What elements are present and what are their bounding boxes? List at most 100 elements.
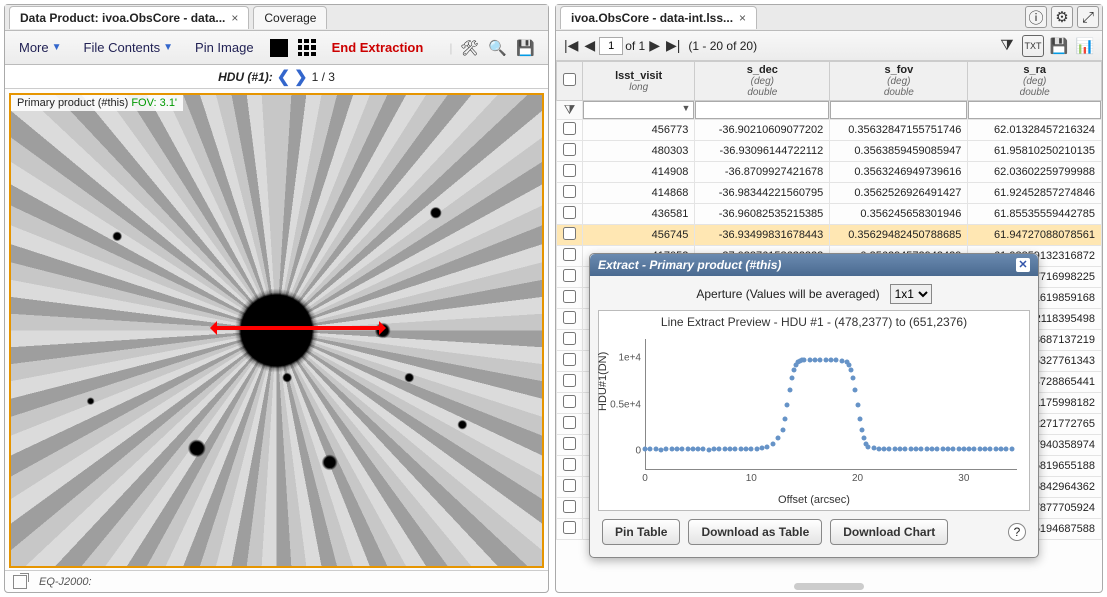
close-icon[interactable]: × xyxy=(231,11,238,25)
row-checkbox[interactable] xyxy=(563,353,576,366)
row-checkbox[interactable] xyxy=(563,500,576,513)
text-view-icon[interactable]: TXT xyxy=(1022,35,1044,57)
row-checkbox[interactable] xyxy=(563,122,576,135)
filter-s-fov[interactable] xyxy=(830,101,967,119)
cell-lsst-visit: 456745 xyxy=(583,225,695,246)
prev-page-icon[interactable]: ◀ xyxy=(582,37,597,54)
hdu-next-icon[interactable]: ❯ xyxy=(294,67,307,87)
popout-icon[interactable] xyxy=(13,575,27,589)
extraction-line-marker[interactable] xyxy=(213,326,383,330)
filter-s-ra[interactable] xyxy=(968,101,1101,119)
expand-icon[interactable]: ⤢ xyxy=(1077,6,1099,28)
filter-funnel-icon[interactable]: ⧩ xyxy=(996,35,1018,57)
row-checkbox[interactable] xyxy=(563,332,576,345)
cell-s-dec: -36.98344221560795 xyxy=(695,183,830,204)
row-checkbox[interactable] xyxy=(563,311,576,324)
more-button[interactable]: More▼ xyxy=(11,36,70,59)
download-table-button[interactable]: Download as Table xyxy=(688,519,822,545)
primary-product-label: Primary product (#this) xyxy=(17,97,128,109)
hdu-prev-icon[interactable]: ❮ xyxy=(277,67,290,87)
col-s-ra[interactable]: s_ra(deg)double xyxy=(968,62,1102,101)
row-checkbox[interactable] xyxy=(563,416,576,429)
row-checkbox[interactable] xyxy=(563,227,576,240)
aperture-label: Aperture (Values will be averaged) xyxy=(696,287,879,301)
table-row[interactable]: 414868 -36.98344221560795 0.356252692649… xyxy=(557,183,1102,204)
chart-point xyxy=(712,447,717,452)
info-icon[interactable]: ⓘ xyxy=(1025,6,1047,28)
tab-coverage[interactable]: Coverage xyxy=(253,6,327,29)
chart-point xyxy=(908,447,913,452)
filter-lsst-visit[interactable] xyxy=(583,101,694,119)
chart-point xyxy=(866,444,871,449)
horizontal-scrollbar[interactable] xyxy=(794,583,864,590)
table-row[interactable]: 480303 -36.93096144722112 0.356385945908… xyxy=(557,141,1102,162)
chart-point xyxy=(972,447,977,452)
filter-icon[interactable]: ⧩ xyxy=(564,102,576,117)
row-checkbox[interactable] xyxy=(563,143,576,156)
chart-point xyxy=(849,367,854,372)
chart-point xyxy=(871,446,876,451)
table-row[interactable]: 456773 -36.90210609077202 0.356328471557… xyxy=(557,120,1102,141)
filter-s-dec[interactable] xyxy=(695,101,829,119)
chart-point xyxy=(701,447,706,452)
grid-view-icon[interactable] xyxy=(296,37,318,59)
first-page-icon[interactable]: |◀ xyxy=(562,37,580,54)
chart-point xyxy=(738,447,743,452)
popup-close-icon[interactable]: ✕ xyxy=(1016,258,1030,272)
aperture-select[interactable]: 1x1 xyxy=(890,284,932,304)
row-checkbox[interactable] xyxy=(563,479,576,492)
save-disk-icon[interactable]: 💾 xyxy=(1048,35,1070,57)
chart-point xyxy=(802,357,807,362)
last-page-icon[interactable]: ▶| xyxy=(664,37,682,54)
file-contents-button[interactable]: File Contents▼ xyxy=(76,36,182,59)
fits-image-viewer[interactable]: Primary product (#this) FOV: 3.1' xyxy=(9,93,544,568)
popup-titlebar[interactable]: Extract - Primary product (#this) ✕ xyxy=(590,254,1038,276)
chart-point xyxy=(781,427,786,432)
add-chart-icon[interactable]: 📊 xyxy=(1074,35,1096,57)
cell-s-fov: 0.35629482450788685 xyxy=(830,225,968,246)
row-checkbox[interactable] xyxy=(563,164,576,177)
row-checkbox[interactable] xyxy=(563,290,576,303)
color-swatch-icon[interactable] xyxy=(268,37,290,59)
table-row[interactable]: 436581 -36.96082535215385 0.356245658301… xyxy=(557,204,1102,225)
end-extraction-button[interactable]: End Extraction xyxy=(324,36,432,59)
chart-plot-area[interactable]: 010203000.5e+41e+4 xyxy=(645,339,1017,470)
close-icon[interactable]: × xyxy=(739,11,746,25)
next-page-icon[interactable]: ▶ xyxy=(647,37,662,54)
checkbox-header[interactable] xyxy=(557,62,583,101)
row-checkbox[interactable] xyxy=(563,185,576,198)
chart-point xyxy=(855,402,860,407)
row-checkbox[interactable] xyxy=(563,206,576,219)
row-checkbox[interactable] xyxy=(563,437,576,450)
page-input[interactable] xyxy=(599,37,623,55)
tab-data-product[interactable]: Data Product: ivoa.ObsCore - data... × xyxy=(9,6,249,29)
cell-lsst-visit: 414908 xyxy=(583,162,695,183)
pin-table-button[interactable]: Pin Table xyxy=(602,519,680,545)
settings-gear-icon[interactable]: ⚙ xyxy=(1051,6,1073,28)
row-checkbox[interactable] xyxy=(563,521,576,534)
row-checkbox[interactable] xyxy=(563,374,576,387)
download-chart-button[interactable]: Download Chart xyxy=(830,519,948,545)
chart-point xyxy=(669,447,674,452)
pin-image-button[interactable]: Pin Image xyxy=(187,36,262,59)
table-row[interactable]: 414908 -36.8709927421678 0.3563246949739… xyxy=(557,162,1102,183)
col-s-fov[interactable]: s_fov(deg)double xyxy=(830,62,968,101)
select-all-checkbox[interactable] xyxy=(563,73,576,86)
chart-point xyxy=(887,447,892,452)
table-row[interactable]: 456745 -36.93499831678443 0.356294824507… xyxy=(557,225,1102,246)
col-s-dec[interactable]: s_dec(deg)double xyxy=(695,62,830,101)
row-checkbox[interactable] xyxy=(563,248,576,261)
save-disk-icon[interactable]: 💾 xyxy=(514,37,536,59)
zoom-icon[interactable]: 🔍 xyxy=(486,37,508,59)
cell-lsst-visit: 480303 xyxy=(583,141,695,162)
chart-point xyxy=(914,447,919,452)
tab-obscore-table[interactable]: ivoa.ObsCore - data-int.lss... × xyxy=(560,6,757,29)
col-lsst-visit[interactable]: lsst_visitlong xyxy=(583,62,695,101)
row-checkbox[interactable] xyxy=(563,458,576,471)
row-checkbox[interactable] xyxy=(563,395,576,408)
help-icon[interactable]: ? xyxy=(1008,523,1026,541)
chart-point xyxy=(759,446,764,451)
tools-wrench-icon[interactable]: 🛠 xyxy=(458,37,480,59)
chart-point xyxy=(728,447,733,452)
row-checkbox[interactable] xyxy=(563,269,576,282)
